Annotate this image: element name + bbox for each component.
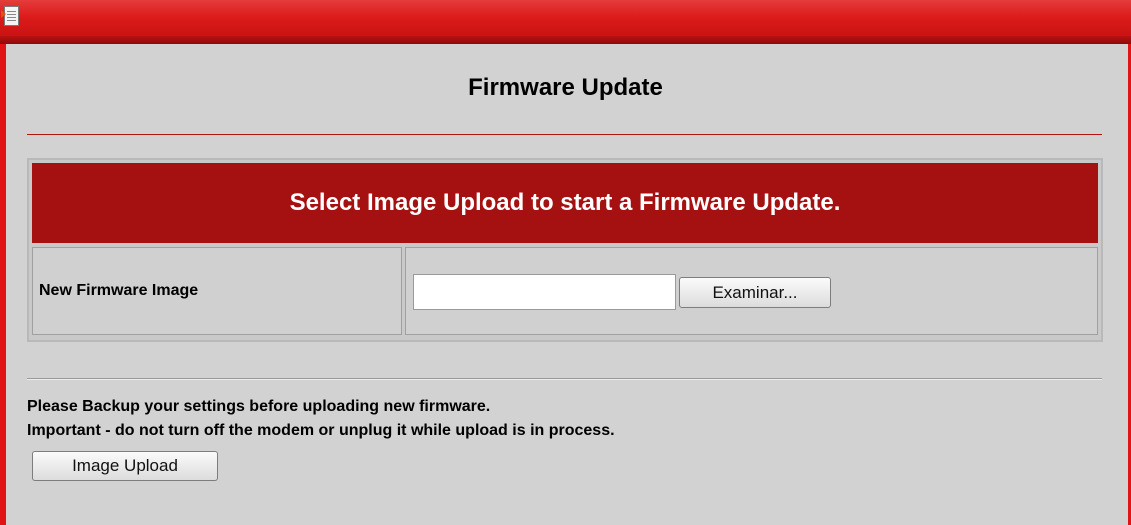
top-header-bar	[0, 0, 1131, 44]
section-divider	[27, 378, 1102, 380]
page-frame: Firmware Update Select Image Upload to s…	[0, 0, 1131, 525]
firmware-image-label: New Firmware Image	[39, 282, 199, 299]
upload-panel: Select Image Upload to start a Firmware …	[27, 158, 1103, 342]
firmware-image-input-cell: Examinar...	[405, 247, 1098, 335]
power-warning-text: Important - do not turn off the modem or…	[27, 422, 615, 439]
document-icon	[1, 6, 19, 26]
image-upload-button[interactable]: Image Upload	[32, 451, 218, 481]
title-divider	[27, 134, 1102, 135]
firmware-image-label-cell: New Firmware Image	[32, 247, 402, 335]
backup-warning-text: Please Backup your settings before uploa…	[27, 398, 491, 415]
instruction-banner-text: Select Image Upload to start a Firmware …	[289, 189, 841, 216]
left-frame-border	[0, 44, 6, 525]
firmware-file-path-input[interactable]	[413, 274, 676, 310]
page-title: Firmware Update	[468, 74, 663, 101]
browse-button[interactable]: Examinar...	[679, 277, 831, 308]
instruction-banner: Select Image Upload to start a Firmware …	[32, 163, 1098, 243]
